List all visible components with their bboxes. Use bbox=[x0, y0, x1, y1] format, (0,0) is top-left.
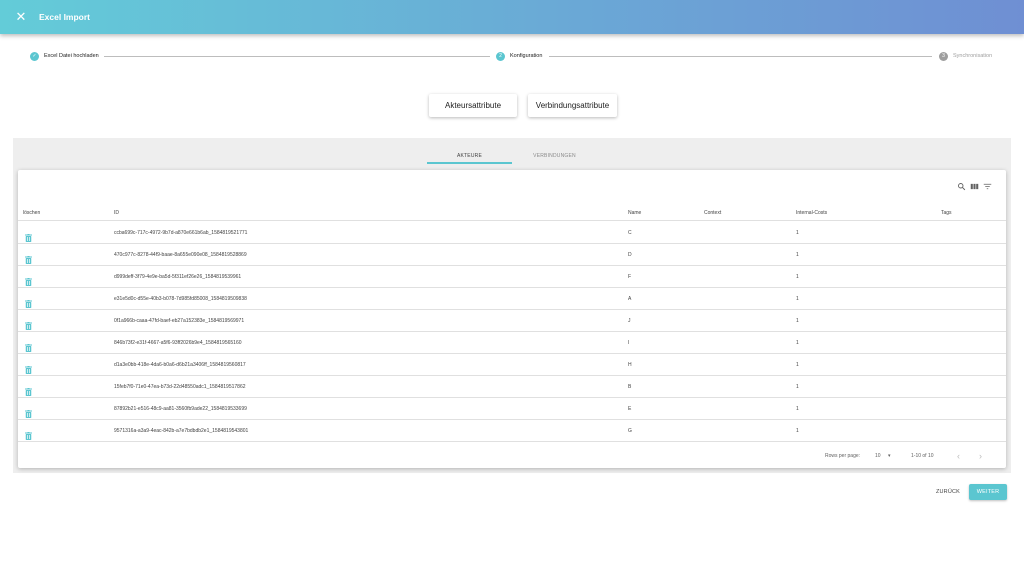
chevron-right-icon[interactable]: › bbox=[979, 445, 982, 467]
cell-name: G bbox=[628, 428, 632, 434]
cell-id: 846b73f2-e31f-4667-a5f6-93ff2026b9e4_158… bbox=[114, 340, 242, 346]
rows-per-page-select[interactable]: 10 ▾ bbox=[875, 445, 890, 467]
next-button[interactable]: WEITER bbox=[969, 484, 1007, 500]
cell-id: 0f1a966b-caaa-47fd-baef-eb27a152383e_158… bbox=[114, 318, 245, 324]
view-column-icon[interactable] bbox=[969, 182, 979, 192]
trash-icon[interactable] bbox=[25, 229, 32, 242]
table-toolbar bbox=[956, 182, 992, 192]
table-row: 15feb7f0-71e0-47ea-b73d-22d48550adc1_158… bbox=[18, 376, 1006, 398]
cell-internal-costs: 1 bbox=[796, 340, 799, 346]
cell-name: A bbox=[628, 296, 632, 302]
cell-internal-costs: 1 bbox=[796, 406, 799, 412]
table-row: ccba699c-717c-4972-9b7d-a870e661b6ab_158… bbox=[18, 222, 1006, 244]
cell-id: 470c977c-8278-44f9-baae-8a655e090e08_158… bbox=[114, 252, 247, 258]
trash-icon[interactable] bbox=[25, 251, 32, 264]
tab-connections[interactable]: VERBINDUNGEN bbox=[512, 144, 597, 168]
step-label: Konfiguration bbox=[510, 53, 543, 59]
cell-internal-costs: 1 bbox=[796, 428, 799, 434]
column-header-name[interactable]: Name bbox=[628, 205, 641, 221]
tab-indicator bbox=[427, 162, 512, 164]
table-row: 846b73f2-e31f-4667-a5f6-93ff2026b9e4_158… bbox=[18, 332, 1006, 354]
cell-name: H bbox=[628, 362, 632, 368]
back-button[interactable]: ZURÜCK bbox=[929, 485, 967, 499]
cell-id: 9571316a-a3a9-4eac-842b-a7e7bdbdb2e1_158… bbox=[114, 428, 249, 434]
cell-name: F bbox=[628, 274, 632, 280]
check-icon: ✓ bbox=[30, 51, 39, 61]
step-configuration: 2 Konfiguration bbox=[496, 48, 542, 64]
cell-name: E bbox=[628, 406, 632, 412]
cell-internal-costs: 1 bbox=[796, 274, 799, 280]
cell-internal-costs: 1 bbox=[796, 384, 799, 390]
table-row: 9571316a-a3a9-4eac-842b-a7e7bdbdb2e1_158… bbox=[18, 420, 1006, 442]
trash-icon[interactable] bbox=[25, 405, 32, 418]
cell-id: ccba699c-717c-4972-9b7d-a870e661b6ab_158… bbox=[114, 230, 248, 236]
cell-internal-costs: 1 bbox=[796, 230, 799, 236]
table-row: 470c977c-8278-44f9-baae-8a655e090e08_158… bbox=[18, 244, 1006, 266]
column-header-id[interactable]: ID bbox=[114, 205, 119, 221]
cell-name: J bbox=[628, 318, 631, 324]
rows-per-page-value: 10 bbox=[875, 453, 881, 459]
connection-attributes-button[interactable]: Verbindungsattribute bbox=[528, 94, 617, 117]
cell-internal-costs: 1 bbox=[796, 318, 799, 324]
close-icon[interactable]: ✕ bbox=[13, 9, 29, 25]
trash-icon[interactable] bbox=[25, 339, 32, 352]
table-row: 0f1a966b-caaa-47fd-baef-eb27a152383e_158… bbox=[18, 310, 1006, 332]
trash-icon[interactable] bbox=[25, 427, 32, 440]
chevron-left-icon[interactable]: ‹ bbox=[957, 445, 960, 467]
column-header-context[interactable]: Context bbox=[704, 205, 721, 221]
step-number: 3 bbox=[939, 51, 948, 61]
cell-id: 15feb7f0-71e0-47ea-b73d-22d48550adc1_158… bbox=[114, 384, 246, 390]
trash-icon[interactable] bbox=[25, 273, 32, 286]
table-row: 87892b21-e516-48c9-aa81-3560fb9ade22_158… bbox=[18, 398, 1006, 420]
column-header-delete: löschen bbox=[23, 210, 41, 216]
table-row: d999deff-3f79-4e9e-ba5d-5f311ef26e26_158… bbox=[18, 266, 1006, 288]
table-row: d1a3e0bb-418e-4da6-b0a6-d6b21a3406ff_158… bbox=[18, 354, 1006, 376]
pagination: Rows per page: 10 ▾ 1-10 of 10 ‹ › bbox=[18, 445, 1006, 467]
trash-icon[interactable] bbox=[25, 383, 32, 396]
cell-id: e31e5d0c-d55e-40b3-b078-7d985fd85008_158… bbox=[114, 296, 247, 302]
caret-down-icon: ▾ bbox=[887, 453, 891, 459]
step-label: Synchronisation bbox=[953, 53, 993, 59]
app-bar: ✕ Excel Import bbox=[0, 0, 1024, 34]
tab-actors[interactable]: AKTEURE bbox=[427, 144, 512, 168]
cell-internal-costs: 1 bbox=[796, 252, 799, 258]
actors-table-card: löschen ID Name Context Internal-Costs T… bbox=[18, 170, 1006, 468]
cell-internal-costs: 1 bbox=[796, 362, 799, 368]
step-label: Excel Datei hochladen bbox=[44, 53, 99, 59]
table-header: löschen ID Name Context Internal-Costs T… bbox=[18, 205, 1006, 221]
app-title: Excel Import bbox=[39, 12, 91, 22]
trash-icon[interactable] bbox=[25, 317, 32, 330]
column-header-tags[interactable]: Tags bbox=[941, 205, 952, 221]
cell-name: I bbox=[628, 340, 630, 346]
step-upload: ✓ Excel Datei hochladen bbox=[30, 48, 99, 64]
cell-id: 87892b21-e516-48c9-aa81-3560fb9ade22_158… bbox=[114, 406, 247, 412]
cell-name: D bbox=[628, 252, 632, 258]
cell-name: C bbox=[628, 230, 632, 236]
column-header-internal-costs[interactable]: Internal-Costs bbox=[796, 205, 827, 221]
rows-per-page-label: Rows per page: bbox=[825, 453, 861, 459]
stepper-connector-1 bbox=[104, 56, 490, 57]
search-icon[interactable] bbox=[956, 182, 966, 192]
cell-id: d1a3e0bb-418e-4da6-b0a6-d6b21a3406ff_158… bbox=[114, 362, 246, 368]
trash-icon[interactable] bbox=[25, 295, 32, 308]
cell-name: B bbox=[628, 384, 632, 390]
pagination-range: 1-10 of 10 bbox=[911, 453, 934, 459]
stepper-connector-2 bbox=[549, 56, 932, 57]
table-row: e31e5d0c-d55e-40b3-b078-7d985fd85008_158… bbox=[18, 288, 1006, 310]
trash-icon[interactable] bbox=[25, 361, 32, 374]
cell-internal-costs: 1 bbox=[796, 296, 799, 302]
filter-list-icon[interactable] bbox=[982, 182, 992, 192]
cell-id: d999deff-3f79-4e9e-ba5d-5f311ef26e26_158… bbox=[114, 274, 242, 280]
step-synchronisation: 3 Synchronisation bbox=[939, 48, 992, 64]
step-number: 2 bbox=[496, 51, 505, 61]
actor-attributes-button[interactable]: Akteursattribute bbox=[429, 94, 517, 117]
